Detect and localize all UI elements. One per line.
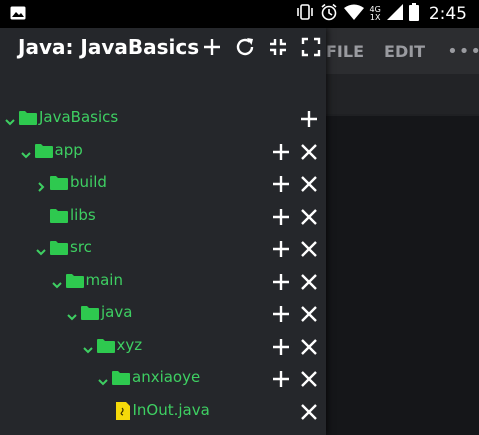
chevron-down-icon[interactable] bbox=[97, 373, 109, 386]
chevron-down-icon[interactable] bbox=[82, 341, 94, 353]
add-icon[interactable] bbox=[270, 271, 292, 293]
folder-icon bbox=[19, 110, 37, 125]
tree-file-row[interactable]: InOut.java bbox=[0, 396, 326, 428]
add-icon[interactable] bbox=[298, 108, 320, 130]
add-icon[interactable] bbox=[270, 173, 292, 195]
menu-edit[interactable]: EDIT bbox=[384, 42, 425, 61]
chevron-down-icon[interactable] bbox=[20, 146, 32, 158]
tree-folder-label: main bbox=[85, 270, 123, 289]
close-icon[interactable] bbox=[298, 238, 320, 260]
alarm-icon bbox=[320, 3, 338, 25]
vibrate-icon bbox=[296, 4, 314, 24]
java-file-icon bbox=[115, 401, 130, 420]
signal-icon bbox=[386, 4, 403, 24]
tree-folder-label: JavaBasics bbox=[39, 108, 119, 126]
editor-body[interactable] bbox=[326, 116, 479, 435]
chevron-down-icon[interactable] bbox=[4, 113, 16, 126]
add-icon[interactable] bbox=[270, 141, 292, 163]
tree-file-label: InOut.java bbox=[132, 400, 210, 419]
folder-icon bbox=[50, 208, 68, 223]
expand-icon[interactable] bbox=[299, 35, 323, 59]
tree-folder-row[interactable]: app bbox=[0, 136, 326, 168]
add-icon[interactable] bbox=[200, 35, 224, 59]
drawer-title: Java: JavaBasics bbox=[18, 35, 200, 59]
tree-folder-label: libs bbox=[70, 205, 96, 224]
chevron-down-icon[interactable] bbox=[66, 308, 78, 321]
wifi-icon bbox=[343, 4, 364, 24]
chevron-down-icon[interactable] bbox=[51, 276, 63, 288]
tree-folder-row[interactable]: main bbox=[0, 266, 326, 298]
chevron-down-icon[interactable] bbox=[35, 243, 47, 256]
battery-icon bbox=[408, 3, 419, 25]
close-icon[interactable] bbox=[298, 173, 320, 195]
folder-icon bbox=[96, 338, 115, 353]
close-icon[interactable] bbox=[298, 336, 320, 358]
tree-folder-row[interactable]: java bbox=[0, 298, 326, 330]
add-icon[interactable] bbox=[270, 336, 292, 358]
folder-icon bbox=[50, 240, 68, 255]
add-icon[interactable] bbox=[270, 238, 292, 260]
tree-folder-row[interactable]: JavaBasics bbox=[0, 103, 326, 135]
close-icon[interactable] bbox=[298, 271, 320, 293]
status-bar: 4G 1X 2:45 bbox=[0, 0, 479, 28]
menu-file[interactable]: FILE bbox=[326, 42, 364, 61]
tree-folder-row[interactable]: libs bbox=[0, 201, 326, 233]
folder-icon bbox=[112, 370, 130, 385]
editor-tab-bar bbox=[326, 74, 479, 114]
chevron-right-icon[interactable] bbox=[35, 178, 47, 192]
tree-folder-row[interactable]: xyz bbox=[0, 331, 326, 363]
tree-folder-row[interactable]: src bbox=[0, 233, 326, 265]
folder-icon bbox=[81, 305, 99, 320]
tree-folder-label: build bbox=[70, 173, 107, 191]
drawer-header: Java: JavaBasics bbox=[0, 28, 326, 66]
project-drawer: Java: JavaBasics JavaBasics app build libs s… bbox=[0, 28, 326, 435]
network-type-label: 4G 1X bbox=[370, 6, 381, 22]
status-time: 2:45 bbox=[428, 4, 467, 24]
tree-folder-label: anxiaoye bbox=[132, 368, 201, 386]
add-icon[interactable] bbox=[270, 206, 292, 228]
tree-folder-label: src bbox=[70, 238, 92, 256]
tree-folder-row[interactable]: anxiaoye bbox=[0, 363, 326, 395]
close-icon[interactable] bbox=[298, 401, 320, 423]
close-icon[interactable] bbox=[298, 303, 320, 325]
tree-folder-label: app bbox=[54, 140, 83, 159]
collapse-icon[interactable] bbox=[266, 35, 290, 59]
close-icon[interactable] bbox=[298, 206, 320, 228]
refresh-icon[interactable] bbox=[233, 35, 257, 59]
add-icon[interactable] bbox=[270, 303, 292, 325]
folder-icon bbox=[65, 273, 84, 288]
folder-icon bbox=[50, 175, 68, 190]
network-bottom-label: 1X bbox=[369, 13, 381, 22]
add-icon[interactable] bbox=[270, 368, 292, 390]
folder-icon bbox=[34, 143, 53, 158]
tree-folder-label: java bbox=[101, 303, 133, 321]
more-menu-button[interactable]: ••• bbox=[447, 41, 479, 62]
close-icon[interactable] bbox=[298, 141, 320, 163]
image-icon bbox=[10, 5, 26, 24]
tree-folder-label: xyz bbox=[116, 335, 143, 354]
editor-toolbar: FILE EDIT ••• bbox=[326, 28, 479, 74]
close-icon[interactable] bbox=[298, 368, 320, 390]
tree-folder-row[interactable]: build bbox=[0, 168, 326, 200]
